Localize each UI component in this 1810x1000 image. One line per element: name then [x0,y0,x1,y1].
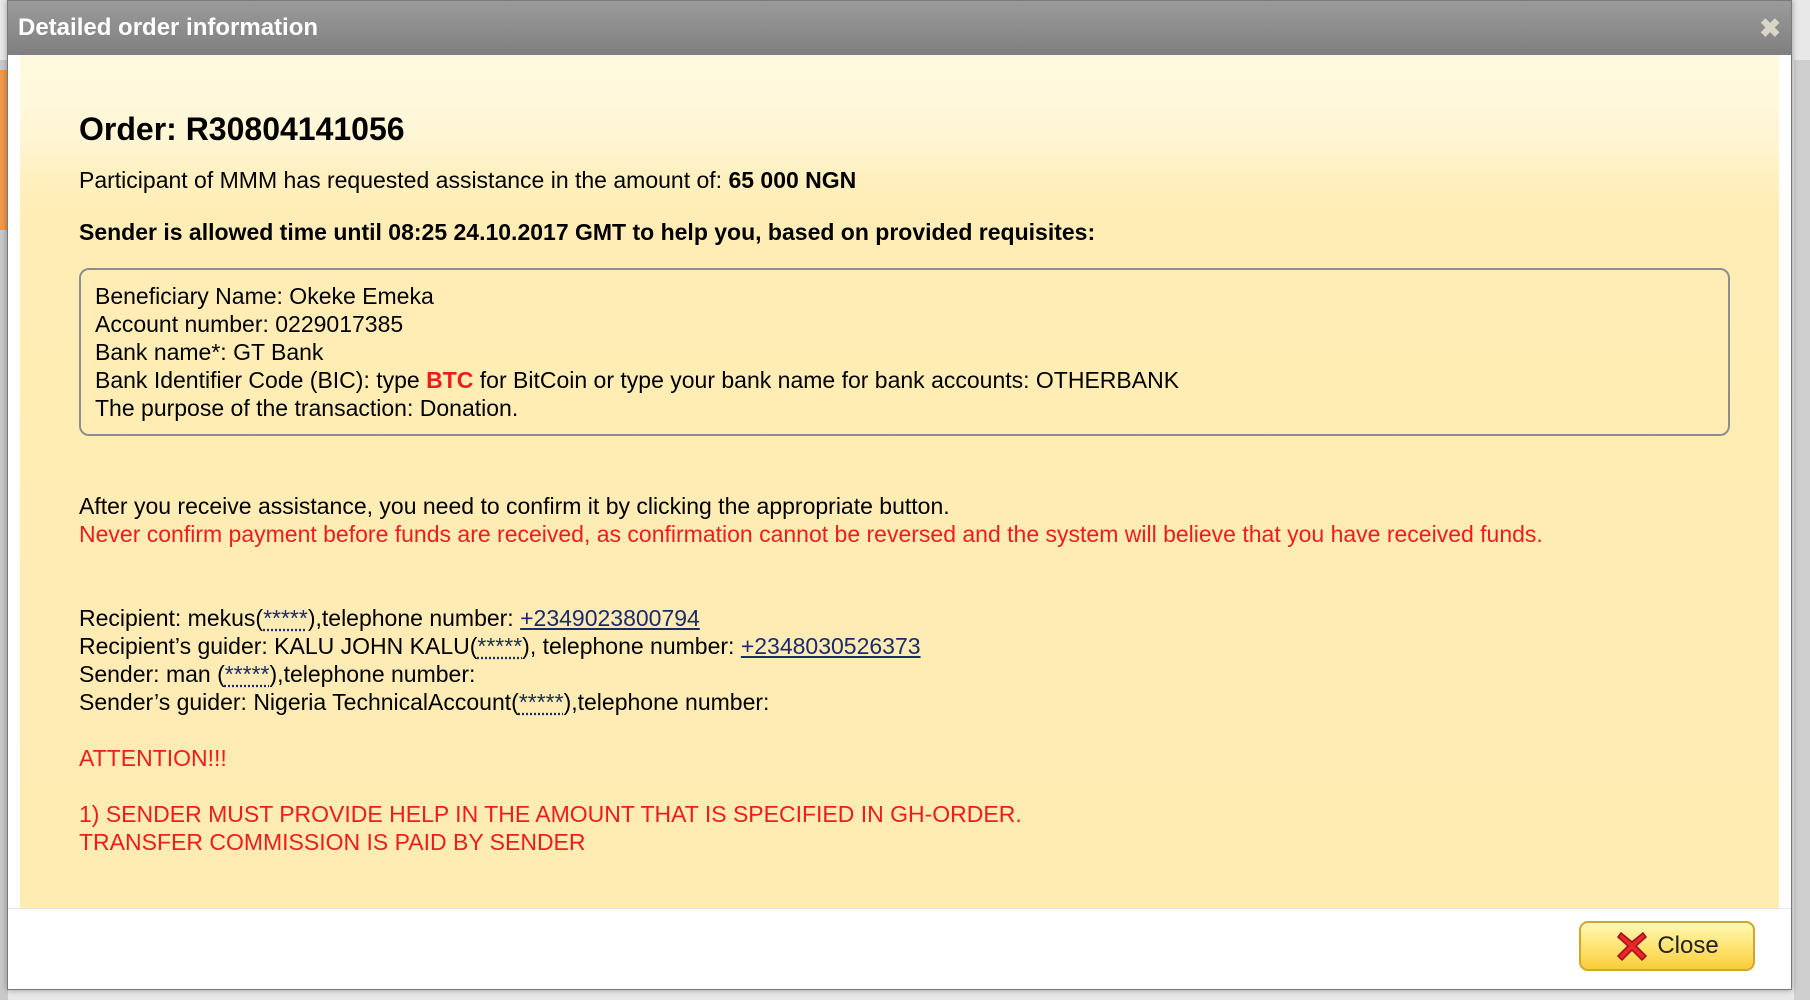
order-details-dialog: Detailed order information ✖ Order: R308… [7,0,1792,990]
amount-prefix: Participant of MMM has requested assista… [79,167,729,193]
confirm-warning: Never confirm payment before funds are r… [79,521,1543,547]
close-button[interactable]: Close [1579,921,1755,971]
sender-line: Sender: man (*****),telephone number: [79,660,1779,688]
sender-prefix: Sender: man ( [79,661,225,687]
sender-guider-suffix: ),telephone number: [563,689,770,715]
close-x-red-icon [1617,931,1648,962]
sender-suffix: ),telephone number: [269,661,476,687]
attention-heading: ATTENTION!!! [79,745,227,771]
recipient-mid: ),telephone number: [307,605,521,631]
guider-mid: ), telephone number: [522,633,741,659]
account-number: Account number: 0229017385 [95,311,404,337]
bic-btc: BTC [426,367,474,393]
bic-line: Bank Identifier Code (BIC): type BTC for… [95,366,1714,394]
amount-value: 65 000 NGN [728,167,857,193]
beneficiary-name: Beneficiary Name: Okeke Emeka [95,283,434,309]
sender-guider-prefix: Sender’s guider: Nigeria TechnicalAccoun… [79,689,519,715]
bank-name: Bank name*: GT Bank [95,339,324,365]
guider-mask[interactable]: ***** [477,633,522,659]
guider-phone-link[interactable]: +2348030526373 [741,633,921,659]
amount-line: Participant of MMM has requested assista… [79,166,1779,194]
recipient-phone-link[interactable]: +2349023800794 [520,605,700,631]
recipient-prefix: Recipient: mekus( [79,605,264,631]
close-button-label: Close [1657,932,1719,959]
sender-mask[interactable]: ***** [225,661,270,687]
deadline-text: Sender is allowed time until 08:25 24.10… [79,219,1096,245]
recipient-guider-line: Recipient’s guider: KALU JOHN KALU(*****… [79,632,1779,660]
bic-suffix: for BitCoin or type your bank name for b… [473,367,1180,393]
dialog-title: Detailed order information [18,14,319,41]
requisites-box: Beneficiary Name: Okeke Emeka Account nu… [79,268,1730,436]
close-x-icon[interactable]: ✖ [1759,15,1781,41]
dialog-titlebar[interactable]: Detailed order information ✖ [8,1,1791,55]
sender-guider-line: Sender’s guider: Nigeria TechnicalAccoun… [79,688,1779,716]
attention-rule-2: TRANSFER COMMISSION IS PAID BY SENDER [79,829,586,855]
recipient-mask[interactable]: ***** [263,605,308,631]
dialog-content: Order: R30804141056 Participant of MMM h… [20,55,1779,910]
background-right-strip [1794,60,1810,1000]
attention-rule-1: 1) SENDER MUST PROVIDE HELP IN THE AMOUN… [79,801,1022,827]
dialog-footer: Close [8,908,1791,989]
order-title: Order: R30804141056 [79,111,405,147]
recipient-line: Recipient: mekus(*****),telephone number… [79,604,1779,632]
sender-guider-mask[interactable]: ***** [519,689,564,715]
guider-prefix: Recipient’s guider: KALU JOHN KALU( [79,633,478,659]
confirm-instruction: After you receive assistance, you need t… [79,493,950,519]
bic-prefix: Bank Identifier Code (BIC): type [95,367,427,393]
transaction-purpose: The purpose of the transaction: Donation… [95,395,519,421]
